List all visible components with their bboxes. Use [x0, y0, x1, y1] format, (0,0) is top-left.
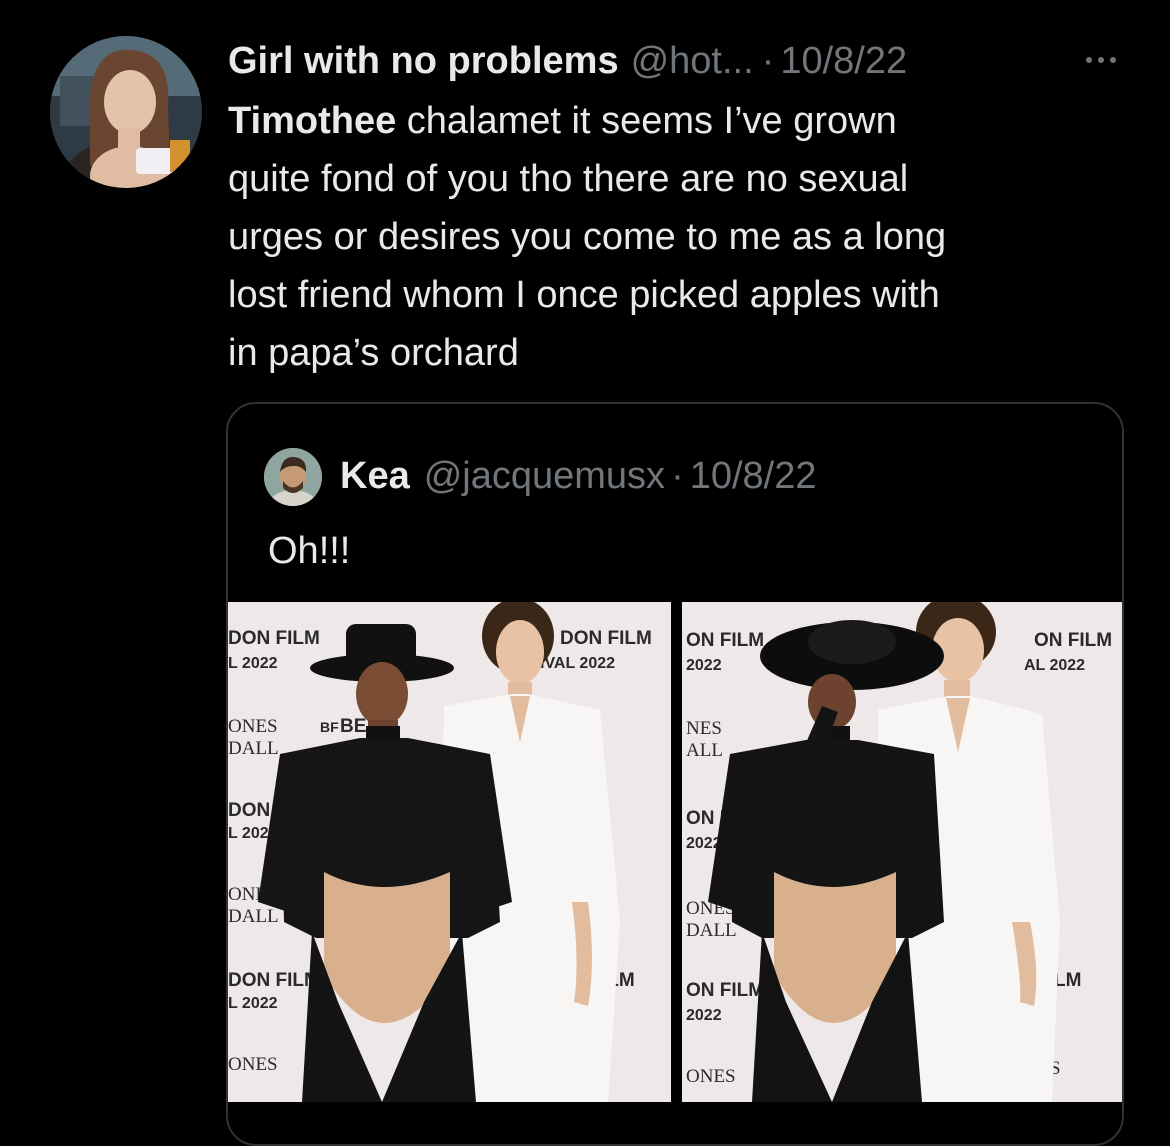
backdrop-text: IVAL 2022 [540, 655, 615, 672]
backdrop-text: ON FILM [1034, 630, 1112, 651]
backdrop-text: DALL [686, 920, 737, 941]
backdrop-text: 2022 [686, 657, 722, 674]
backdrop-text: ON FILM [686, 630, 764, 651]
backdrop-text: DALL [228, 738, 279, 759]
author-handle[interactable]: @hot... [631, 36, 754, 86]
tweet-header: Girl with no problems @hot... · 10/8/22 [228, 36, 907, 86]
backdrop-text: DON FILM [228, 970, 320, 991]
backdrop-text: ONES [228, 1054, 278, 1075]
author-display-name[interactable]: Girl with no problems [228, 36, 619, 86]
backdrop-text: ONES [686, 1066, 736, 1087]
backdrop-text: ALL [686, 740, 723, 761]
separator-dot: · [671, 454, 684, 497]
quoted-author-handle[interactable]: @jacquemusx [424, 455, 665, 498]
tweet-date[interactable]: 10/8/22 [780, 36, 907, 86]
backdrop-text: LM [1054, 970, 1081, 991]
tweet-text: Timothee chalamet it seems I’ve grown qu… [228, 92, 1108, 382]
backdrop-text: ONES [228, 716, 278, 737]
backdrop-text: BF [320, 719, 339, 735]
backdrop-text: DON FILM [228, 628, 320, 649]
tweet[interactable]: Girl with no problems @hot... · 10/8/22 … [0, 0, 1170, 1146]
backdrop-text: ON FILM [686, 980, 764, 1001]
quoted-photo-1[interactable]: DON FILM L 2022 ONES DALL DON FILM L 202… [228, 602, 671, 1102]
tweet-text-bold: Timothee [228, 100, 397, 142]
more-horizontal-icon[interactable] [1075, 40, 1127, 80]
quoted-tweet-header: Kea @jacquemusx · 10/8/22 [340, 450, 817, 502]
quoted-author-avatar [264, 448, 322, 506]
separator-dot: · [761, 40, 775, 82]
backdrop-text: NES [686, 718, 722, 739]
quoted-tweet-date[interactable]: 10/8/22 [690, 455, 817, 498]
backdrop-text: 2022 [686, 1007, 722, 1024]
backdrop-text: DON FILM [560, 628, 652, 649]
quoted-author-display-name[interactable]: Kea [340, 455, 410, 498]
quoted-tweet-card[interactable]: Kea @jacquemusx · 10/8/22 Oh!!! DON FILM… [226, 402, 1124, 1146]
author-avatar[interactable] [50, 36, 202, 188]
quoted-photo-2[interactable]: ON FILM 2022 NES ALL ON FIL 2022 ONES DA… [682, 602, 1122, 1102]
backdrop-text: DALL [228, 906, 279, 927]
backdrop-text: L 2022 [228, 655, 278, 672]
backdrop-text: BE [340, 716, 366, 737]
backdrop-text: AL 2022 [1024, 657, 1085, 674]
backdrop-text: L 2022 [228, 995, 278, 1012]
quoted-tweet-text: Oh!!! [268, 530, 351, 572]
